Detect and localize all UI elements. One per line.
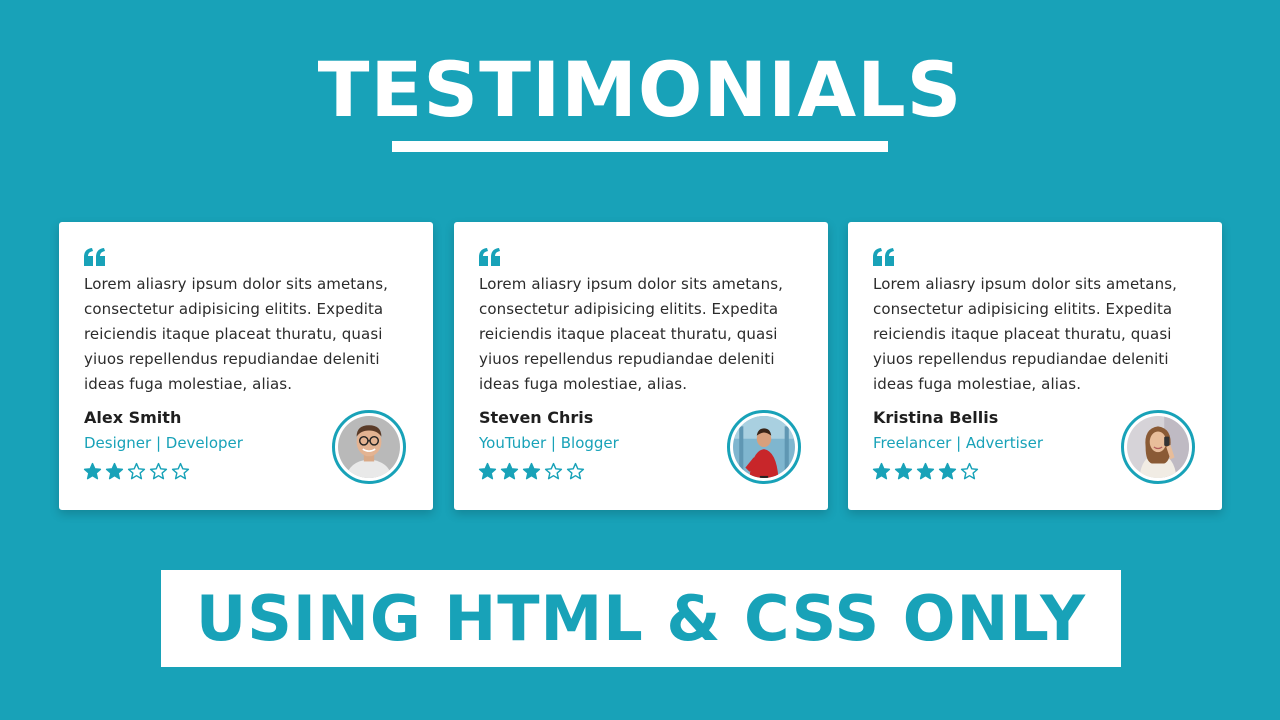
woman-with-phone-portrait-icon [1127, 416, 1189, 478]
star-filled-icon [916, 462, 935, 480]
avatar [1121, 410, 1195, 484]
star-filled-icon [522, 462, 541, 480]
author-role: Freelancer | Advertiser [873, 434, 1043, 452]
star-filled-icon [938, 462, 957, 480]
author-name: Kristina Bellis [873, 408, 999, 427]
author-name: Steven Chris [479, 408, 594, 427]
page: TESTIMONIALS Lorem aliasry ipsum dolor s… [0, 0, 1280, 720]
star-empty-icon [544, 462, 563, 480]
testimonial-card: Lorem aliasry ipsum dolor sits ametans, … [848, 222, 1222, 510]
quote-icon [84, 248, 106, 266]
testimonial-text: Lorem aliasry ipsum dolor sits ametans, … [873, 275, 1177, 393]
testimonial-card: Lorem aliasry ipsum dolor sits ametans, … [454, 222, 828, 510]
man-in-red-shirt-portrait-icon [733, 416, 795, 478]
testimonial-list: Lorem aliasry ipsum dolor sits ametans, … [59, 222, 1222, 510]
star-rating [83, 462, 190, 481]
testimonial-card: Lorem aliasry ipsum dolor sits ametans, … [59, 222, 433, 510]
star-rating [872, 462, 979, 481]
title-underline [392, 141, 888, 152]
star-empty-icon [171, 462, 190, 480]
author-name: Alex Smith [84, 408, 182, 427]
page-title: TESTIMONIALS [317, 45, 963, 134]
author-role: Designer | Developer [84, 434, 243, 452]
star-filled-icon [872, 462, 891, 480]
star-filled-icon [105, 462, 124, 480]
quote-icon [479, 248, 501, 266]
star-empty-icon [149, 462, 168, 480]
avatar [727, 410, 801, 484]
star-filled-icon [478, 462, 497, 480]
star-filled-icon [894, 462, 913, 480]
star-empty-icon [127, 462, 146, 480]
quote-icon [873, 248, 895, 266]
avatar [332, 410, 406, 484]
banner-text: USING HTML & CSS ONLY [195, 582, 1087, 655]
testimonial-text: Lorem aliasry ipsum dolor sits ametans, … [479, 275, 783, 393]
author-role: YouTuber | Blogger [479, 434, 619, 452]
star-empty-icon [566, 462, 585, 480]
man-with-glasses-portrait-icon [338, 416, 400, 478]
star-empty-icon [960, 462, 979, 480]
star-filled-icon [83, 462, 102, 480]
subtitle-banner: USING HTML & CSS ONLY [161, 570, 1121, 667]
star-filled-icon [500, 462, 519, 480]
testimonial-text: Lorem aliasry ipsum dolor sits ametans, … [84, 275, 388, 393]
star-rating [478, 462, 585, 481]
